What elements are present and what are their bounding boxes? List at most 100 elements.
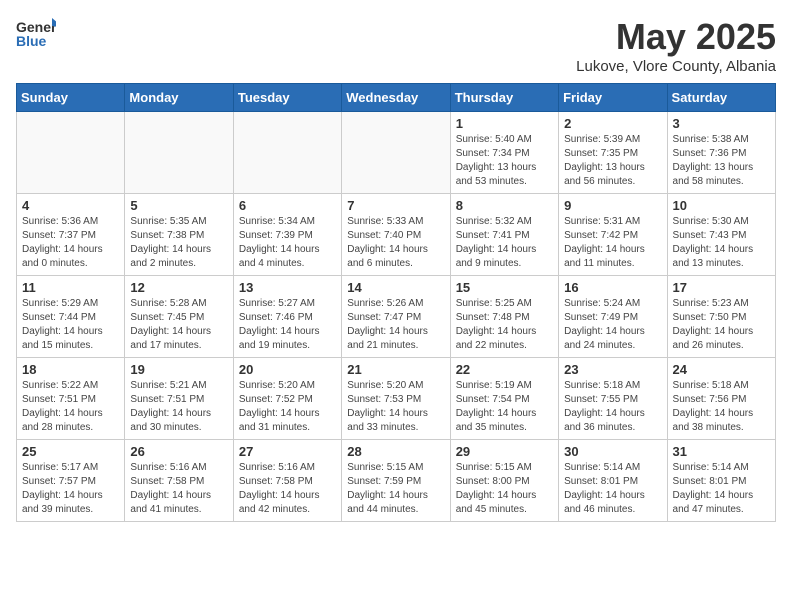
- day-info: Sunrise: 5:17 AM Sunset: 7:57 PM Dayligh…: [22, 461, 119, 517]
- day-number: 9: [564, 198, 661, 213]
- day-number: 31: [673, 444, 770, 459]
- calendar-week-row: 4 Sunrise: 5:36 AM Sunset: 7:37 PM Daylig…: [17, 194, 776, 276]
- day-number: 20: [239, 362, 336, 377]
- calendar-week-row: 25Sunrise: 5:17 AM Sunset: 7:57 PM Dayli…: [17, 440, 776, 522]
- day-info: Sunrise: 5:25 AM Sunset: 7:48 PM Dayligh…: [456, 297, 553, 353]
- day-number: 30: [564, 444, 661, 459]
- day-info: Sunrise: 5:14 AM Sunset: 8:01 PM Dayligh…: [673, 461, 770, 517]
- day-number: 16: [564, 280, 661, 295]
- table-row: 3Sunrise: 5:38 AM Sunset: 7:36 PM Daylig…: [667, 112, 775, 194]
- day-info: Sunrise: 5:40 AM Sunset: 7:34 PM Dayligh…: [456, 133, 553, 189]
- calendar-week-row: 11 Sunrise: 5:29 AM Sunset: 7:44 PM Dayli…: [17, 276, 776, 358]
- table-row: 15 Sunrise: 5:25 AM Sunset: 7:48 PM Dayli…: [450, 276, 558, 358]
- table-row: 10 Sunrise: 5:30 AM Sunset: 7:43 PM Dayli…: [667, 194, 775, 276]
- title-block: May 2025 Lukove, Vlore County, Albania: [576, 16, 776, 75]
- day-number: 18: [22, 362, 119, 377]
- calendar-table: Sunday Monday Tuesday Wednesday Thursday…: [16, 83, 776, 522]
- table-row: 19Sunrise: 5:21 AM Sunset: 7:51 PM Dayli…: [125, 358, 233, 440]
- day-info: Sunrise: 5:16 AM Sunset: 7:58 PM Dayligh…: [130, 461, 227, 517]
- table-row: 14 Sunrise: 5:26 AM Sunset: 7:47 PM Dayli…: [342, 276, 450, 358]
- header-saturday: Saturday: [667, 84, 775, 112]
- day-number: 27: [239, 444, 336, 459]
- day-number: 14: [347, 280, 444, 295]
- day-number: 24: [673, 362, 770, 377]
- day-number: 5: [130, 198, 227, 213]
- day-number: 4: [22, 198, 119, 213]
- day-info: Sunrise: 5:18 AM Sunset: 7:56 PM Dayligh…: [673, 379, 770, 435]
- table-row: 21 Sunrise: 5:20 AM Sunset: 7:53 PM Dayli…: [342, 358, 450, 440]
- table-row: 26Sunrise: 5:16 AM Sunset: 7:58 PM Dayli…: [125, 440, 233, 522]
- day-info: Sunrise: 5:20 AM Sunset: 7:53 PM Dayligh…: [347, 379, 444, 435]
- day-number: 3: [673, 116, 770, 131]
- day-number: 15: [456, 280, 553, 295]
- day-info: Sunrise: 5:16 AM Sunset: 7:58 PM Dayligh…: [239, 461, 336, 517]
- logo-icon: General Blue: [16, 16, 56, 52]
- day-info: Sunrise: 5:20 AM Sunset: 7:52 PM Dayligh…: [239, 379, 336, 435]
- day-number: 17: [673, 280, 770, 295]
- day-number: 2: [564, 116, 661, 131]
- table-row: [17, 112, 125, 194]
- table-row: 11 Sunrise: 5:29 AM Sunset: 7:44 PM Dayli…: [17, 276, 125, 358]
- svg-text:Blue: Blue: [16, 33, 47, 49]
- table-row: 27 Sunrise: 5:16 AM Sunset: 7:58 PM Dayli…: [233, 440, 341, 522]
- day-number: 10: [673, 198, 770, 213]
- day-number: 21: [347, 362, 444, 377]
- table-row: 29 Sunrise: 5:15 AM Sunset: 8:00 PM Dayli…: [450, 440, 558, 522]
- day-info: Sunrise: 5:27 AM Sunset: 7:46 PM Dayligh…: [239, 297, 336, 353]
- table-row: 2 Sunrise: 5:39 AM Sunset: 7:35 PM Daylig…: [559, 112, 667, 194]
- page-header: General Blue May 2025 Lukove, Vlore Coun…: [16, 16, 776, 75]
- table-row: 1 Sunrise: 5:40 AM Sunset: 7:34 PM Daylig…: [450, 112, 558, 194]
- table-row: 5 Sunrise: 5:35 AM Sunset: 7:38 PM Daylig…: [125, 194, 233, 276]
- day-info: Sunrise: 5:30 AM Sunset: 7:43 PM Dayligh…: [673, 215, 770, 271]
- table-row: 23 Sunrise: 5:18 AM Sunset: 7:55 PM Dayli…: [559, 358, 667, 440]
- table-row: 16 Sunrise: 5:24 AM Sunset: 7:49 PM Dayli…: [559, 276, 667, 358]
- day-info: Sunrise: 5:29 AM Sunset: 7:44 PM Dayligh…: [22, 297, 119, 353]
- logo: General Blue: [16, 16, 56, 52]
- day-number: 19: [130, 362, 227, 377]
- main-title: May 2025: [576, 16, 776, 58]
- day-info: Sunrise: 5:34 AM Sunset: 7:39 PM Dayligh…: [239, 215, 336, 271]
- table-row: 25Sunrise: 5:17 AM Sunset: 7:57 PM Dayli…: [17, 440, 125, 522]
- day-number: 12: [130, 280, 227, 295]
- day-info: Sunrise: 5:15 AM Sunset: 8:00 PM Dayligh…: [456, 461, 553, 517]
- day-info: Sunrise: 5:15 AM Sunset: 7:59 PM Dayligh…: [347, 461, 444, 517]
- day-number: 29: [456, 444, 553, 459]
- day-number: 6: [239, 198, 336, 213]
- table-row: 13 Sunrise: 5:27 AM Sunset: 7:46 PM Dayli…: [233, 276, 341, 358]
- table-row: [233, 112, 341, 194]
- day-info: Sunrise: 5:33 AM Sunset: 7:40 PM Dayligh…: [347, 215, 444, 271]
- table-row: [125, 112, 233, 194]
- day-number: 22: [456, 362, 553, 377]
- table-row: 12 Sunrise: 5:28 AM Sunset: 7:45 PM Dayli…: [125, 276, 233, 358]
- header-friday: Friday: [559, 84, 667, 112]
- day-info: Sunrise: 5:39 AM Sunset: 7:35 PM Dayligh…: [564, 133, 661, 189]
- day-number: 23: [564, 362, 661, 377]
- day-info: Sunrise: 5:19 AM Sunset: 7:54 PM Dayligh…: [456, 379, 553, 435]
- table-row: 18Sunrise: 5:22 AM Sunset: 7:51 PM Dayli…: [17, 358, 125, 440]
- calendar-week-row: 18Sunrise: 5:22 AM Sunset: 7:51 PM Dayli…: [17, 358, 776, 440]
- day-number: 11: [22, 280, 119, 295]
- table-row: 24 Sunrise: 5:18 AM Sunset: 7:56 PM Dayli…: [667, 358, 775, 440]
- day-info: Sunrise: 5:28 AM Sunset: 7:45 PM Dayligh…: [130, 297, 227, 353]
- day-info: Sunrise: 5:24 AM Sunset: 7:49 PM Dayligh…: [564, 297, 661, 353]
- day-info: Sunrise: 5:32 AM Sunset: 7:41 PM Dayligh…: [456, 215, 553, 271]
- table-row: 9 Sunrise: 5:31 AM Sunset: 7:42 PM Daylig…: [559, 194, 667, 276]
- day-number: 7: [347, 198, 444, 213]
- day-number: 1: [456, 116, 553, 131]
- header-wednesday: Wednesday: [342, 84, 450, 112]
- table-row: 20 Sunrise: 5:20 AM Sunset: 7:52 PM Dayli…: [233, 358, 341, 440]
- day-info: Sunrise: 5:31 AM Sunset: 7:42 PM Dayligh…: [564, 215, 661, 271]
- header-monday: Monday: [125, 84, 233, 112]
- subtitle: Lukove, Vlore County, Albania: [576, 58, 776, 75]
- day-info: Sunrise: 5:23 AM Sunset: 7:50 PM Dayligh…: [673, 297, 770, 353]
- day-info: Sunrise: 5:26 AM Sunset: 7:47 PM Dayligh…: [347, 297, 444, 353]
- table-row: 22 Sunrise: 5:19 AM Sunset: 7:54 PM Dayli…: [450, 358, 558, 440]
- header-sunday: Sunday: [17, 84, 125, 112]
- calendar-week-row: 1 Sunrise: 5:40 AM Sunset: 7:34 PM Daylig…: [17, 112, 776, 194]
- day-info: Sunrise: 5:36 AM Sunset: 7:37 PM Dayligh…: [22, 215, 119, 271]
- day-info: Sunrise: 5:35 AM Sunset: 7:38 PM Dayligh…: [130, 215, 227, 271]
- day-info: Sunrise: 5:18 AM Sunset: 7:55 PM Dayligh…: [564, 379, 661, 435]
- day-number: 13: [239, 280, 336, 295]
- header-tuesday: Tuesday: [233, 84, 341, 112]
- calendar-header-row: Sunday Monday Tuesday Wednesday Thursday…: [17, 84, 776, 112]
